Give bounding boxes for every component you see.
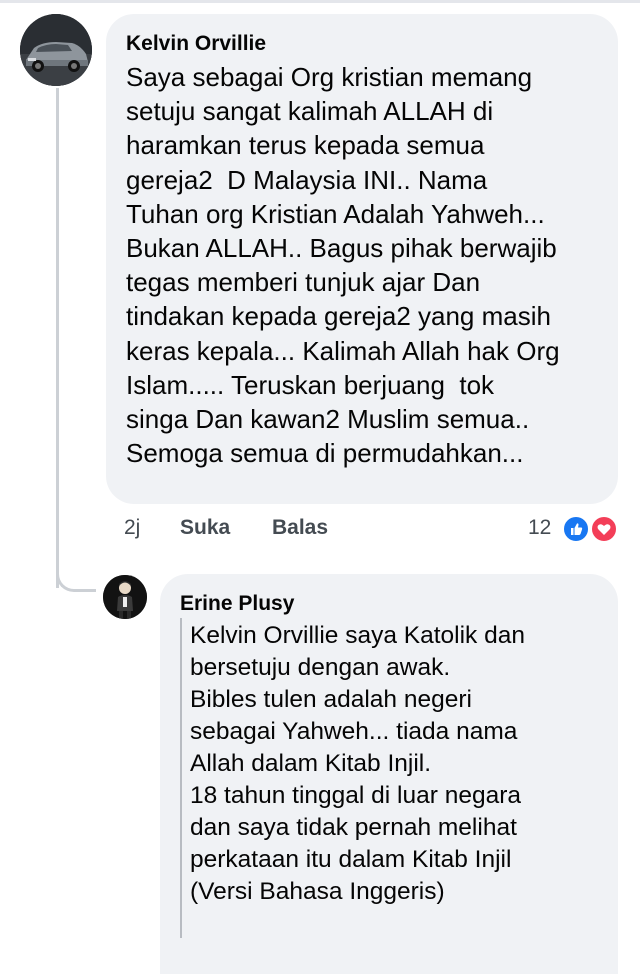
comment-timestamp[interactable]: 2j [124,516,140,540]
reply-button[interactable]: Balas [272,516,328,540]
love-reaction-icon[interactable] [590,515,618,543]
like-reaction-icon[interactable] [562,515,590,543]
car-avatar-icon [20,14,92,86]
reply-author-name[interactable]: Erine Plusy [180,592,294,616]
top-divider [0,0,640,3]
comment-text: Saya sebagai Org kristian memang setuju … [126,62,560,469]
reply-thread-connector [56,568,96,592]
like-button[interactable]: Suka [180,516,230,540]
commenter-avatar[interactable] [20,14,92,86]
reply-thread-line [56,88,59,588]
reaction-count[interactable]: 12 [528,516,551,540]
replier-avatar[interactable] [103,575,147,619]
comment-author-name[interactable]: Kelvin Orvillie [126,32,266,56]
person-avatar-icon [103,575,147,619]
reply-quote-bar [180,618,182,938]
reply-text: Kelvin Orvillie saya Katolik dan bersetu… [190,622,525,905]
